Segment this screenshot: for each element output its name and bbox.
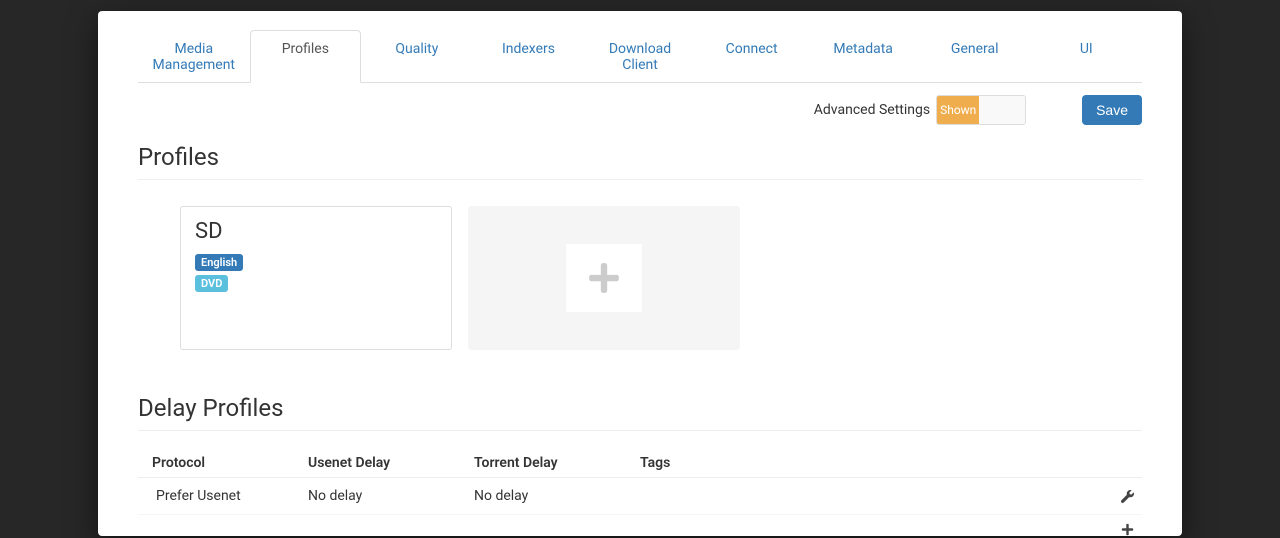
advanced-settings-toggle[interactable]: Shown — [936, 95, 1026, 125]
language-badge: English — [195, 254, 243, 271]
advanced-settings-label: Advanced Settings — [814, 102, 930, 118]
cell-protocol: Prefer Usenet — [138, 488, 308, 504]
tab-profiles[interactable]: Profiles — [250, 30, 362, 83]
profile-card-sd[interactable]: SD English DVD — [180, 206, 452, 350]
delay-profiles-heading: Delay Profiles — [138, 394, 1142, 431]
tab-connect[interactable]: Connect — [696, 30, 808, 83]
table-header: Protocol Usenet Delay Torrent Delay Tags — [138, 449, 1142, 478]
settings-panel: Media Management Profiles Quality Indexe… — [98, 11, 1182, 536]
cell-torrent-delay: No delay — [474, 488, 640, 504]
profile-card-title: SD — [195, 219, 437, 244]
toolbar: Advanced Settings Shown Save — [138, 83, 1142, 137]
delay-profiles-table: Protocol Usenet Delay Torrent Delay Tags… — [138, 449, 1142, 536]
col-usenet-header: Usenet Delay — [308, 455, 474, 471]
add-delay-profile-icon[interactable] — [1121, 523, 1134, 536]
profiles-heading: Profiles — [138, 143, 1142, 180]
add-profile-card[interactable] — [468, 206, 740, 350]
table-row: Prefer Usenet No delay No delay — [138, 478, 1142, 515]
tab-download-client[interactable]: Download Client — [584, 30, 696, 83]
toggle-shown: Shown — [937, 96, 979, 124]
tab-indexers[interactable]: Indexers — [473, 30, 585, 83]
tab-general[interactable]: General — [919, 30, 1031, 83]
tab-metadata[interactable]: Metadata — [807, 30, 919, 83]
profiles-cards: SD English DVD — [180, 206, 1142, 350]
plus-icon — [587, 261, 621, 295]
toggle-hidden — [979, 96, 1025, 124]
tab-media-management[interactable]: Media Management — [138, 30, 250, 83]
add-profile-inner — [566, 244, 642, 312]
quality-badge: DVD — [195, 275, 228, 292]
wrench-icon[interactable] — [1121, 490, 1134, 503]
cell-usenet-delay: No delay — [308, 488, 474, 504]
col-torrent-header: Torrent Delay — [474, 455, 640, 471]
tabs-nav: Media Management Profiles Quality Indexe… — [138, 29, 1142, 83]
save-button[interactable]: Save — [1082, 95, 1142, 125]
col-protocol-header: Protocol — [138, 455, 308, 471]
col-tags-header: Tags — [640, 455, 1112, 471]
tab-quality[interactable]: Quality — [361, 30, 473, 83]
tab-ui[interactable]: UI — [1031, 30, 1143, 83]
